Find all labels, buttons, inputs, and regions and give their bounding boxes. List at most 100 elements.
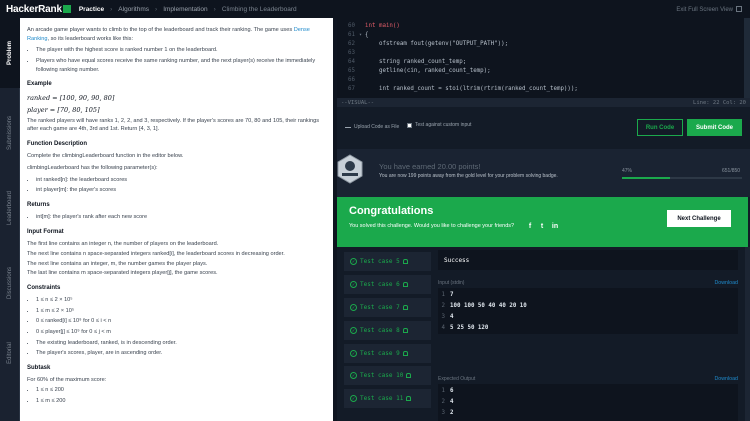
return-item: int[m]: the player's rank after each new… [36, 213, 325, 222]
rule-item: Players who have equal scores receive th… [36, 57, 325, 74]
breadcrumb-practice[interactable]: Practice [79, 6, 104, 13]
problem-statement: An arcade game player wants to climb to … [20, 18, 333, 421]
linkedin-icon[interactable]: in [551, 222, 559, 230]
test-case-item[interactable]: ✓ Test case 11 [344, 389, 431, 409]
tab-submissions[interactable]: Submissions [0, 98, 20, 168]
subtask-heading: Subtask [27, 365, 51, 372]
returns-list: int[m]: the player's rank after each new… [27, 213, 325, 222]
points-banner: You have earned 20.00 points! You are no… [337, 149, 750, 197]
output-label: Expected Output [438, 376, 476, 382]
editor-scrollbar[interactable] [744, 18, 750, 98]
output-row: 24 [441, 398, 454, 405]
lock-icon [402, 305, 408, 310]
output-row: 16 [441, 387, 454, 394]
input-box: 17 2 100 100 50 40 40 20 10 34 45 25 50 1… [438, 288, 738, 334]
rule-item: The player with the highest score is ran… [36, 46, 325, 55]
lock-icon [406, 373, 412, 378]
check-circle-icon: ✓ [350, 395, 357, 402]
constraint-item: The existing leaderboard, ranked, is in … [36, 339, 325, 348]
problem-solving-badge-icon [337, 154, 363, 184]
run-code-button[interactable]: Run Code [637, 119, 683, 136]
upload-code-button[interactable]: Upload Code as File [345, 122, 399, 130]
input-line: The first line contains an integer n, th… [27, 241, 219, 248]
test-case-item[interactable]: ✓ Test case 7 [344, 298, 431, 318]
test-case-list: ✓ Test case 5 ✓ Test case 6 ✓ Test case 7 ✓… [344, 252, 431, 421]
badge-progress-bar [622, 177, 742, 179]
test-results: ✓ Test case 5 ✓ Test case 6 ✓ Test case 7 ✓… [337, 247, 750, 421]
function-text: Complete the climbingLeaderboard functio… [27, 153, 184, 160]
code-editor[interactable]: 60 int main() 61 ▾{ 62 ofstream fout(geten… [337, 18, 750, 98]
test-case-item[interactable]: ✓ Test case 10 [344, 366, 431, 386]
constraint-item: 1 ≤ n ≤ 2 × 10⁵ [36, 296, 325, 305]
tab-problem[interactable]: Problem [0, 18, 20, 88]
input-label: Input (stdin) [438, 280, 465, 286]
test-case-item[interactable]: ✓ Test case 6 [344, 275, 431, 295]
breadcrumb-algorithms[interactable]: Algorithms [118, 6, 149, 13]
exit-fullscreen-button[interactable]: Exit Full Screen View [676, 5, 742, 13]
constraints-heading: Constraints [27, 284, 61, 291]
check-circle-icon: ✓ [350, 350, 357, 357]
input-row: 2 100 100 50 40 40 20 10 [441, 302, 527, 309]
top-navigation: HackerRank Practice › Algorithms › Imple… [0, 0, 750, 18]
check-circle-icon: ✓ [350, 281, 357, 288]
download-input-link[interactable]: Download [714, 280, 738, 286]
test-case-item[interactable]: ✓ Test case 9 [344, 344, 431, 364]
vertical-tabs: Problem Submissions Leaderboard Discussi… [0, 18, 20, 421]
input-row: 17 [441, 291, 454, 298]
constraint-item: The player's scores, player, are in asce… [36, 349, 325, 358]
congratulations-banner: Congratulations You solved this challeng… [337, 197, 748, 247]
custom-input-checkbox[interactable] [407, 122, 412, 128]
next-challenge-button[interactable]: Next Challenge [667, 210, 731, 227]
tab-discussions[interactable]: Discussions [0, 248, 20, 318]
chevron-right-icon: › [155, 5, 158, 13]
cursor-position: Line: 22 Col: 20 [693, 99, 746, 106]
chevron-right-icon: › [213, 5, 216, 13]
congrats-title: Congratulations [349, 205, 434, 217]
constraint-item: 0 ≤ ranked[i] ≤ 10⁹ for 0 ≤ i < n [36, 317, 325, 326]
tab-editorial[interactable]: Editorial [0, 318, 20, 388]
lock-icon [402, 282, 408, 287]
input-format-heading: Input Format [27, 228, 64, 235]
twitter-icon[interactable]: t [538, 222, 546, 230]
function-heading: Function Description [27, 141, 87, 148]
tab-leaderboard[interactable]: Leaderboard [0, 173, 20, 243]
param-item: int ranked[n]: the leaderboard scores [36, 176, 325, 185]
subtask-text: For 60% of the maximum score: [27, 377, 107, 384]
submit-code-button[interactable]: Submit Code [687, 119, 742, 136]
logo-square-icon [62, 4, 71, 13]
example-ranked: ranked = [100, 90, 90, 80] [27, 93, 115, 102]
subtask-item: 1 ≤ n ≤ 200 [36, 386, 325, 395]
download-output-link[interactable]: Download [714, 376, 738, 382]
check-circle-icon: ✓ [350, 304, 357, 311]
editor-status-bar: --VISUAL-- Line: 22 Col: 20 [337, 98, 750, 107]
example-player: player = [70, 80, 105] [27, 105, 100, 114]
input-line: The last line contains m space-separated… [27, 270, 218, 277]
custom-input-toggle[interactable]: Test against custom input [407, 122, 471, 128]
vim-mode: --VISUAL-- [341, 99, 375, 106]
param-item: int player[m]: the player's scores [36, 186, 325, 195]
check-circle-icon: ✓ [350, 372, 357, 379]
congrats-subtitle: You solved this challenge. Would you lik… [349, 223, 515, 229]
example-text: The ranked players will have ranks 1, 2,… [27, 117, 319, 133]
editor-panel: 60 int main() 61 ▾{ 62 ofstream fout(geten… [337, 18, 750, 421]
test-detail: Success Input (stdin) Download 17 2 100 1… [438, 250, 738, 421]
constraints-list: 1 ≤ n ≤ 2 × 10⁵ 1 ≤ m ≤ 2 × 10⁵ 0 ≤ rank… [27, 296, 325, 358]
constraint-item: 0 ≤ player[j] ≤ 10⁹ for 0 ≤ j < m [36, 328, 325, 337]
upload-icon [345, 122, 351, 128]
subtask-list: 1 ≤ n ≤ 200 1 ≤ m ≤ 200 [27, 386, 325, 405]
chevron-right-icon: › [110, 5, 113, 13]
constraint-item: 1 ≤ m ≤ 2 × 10⁵ [36, 307, 325, 316]
params-list: int ranked[n]: the leaderboard scores in… [27, 176, 325, 195]
breadcrumb-implementation[interactable]: Implementation [163, 6, 207, 13]
output-row: 32 [441, 409, 454, 416]
lock-icon [402, 351, 408, 356]
params-intro: climbingLeaderboard has the following pa… [27, 164, 158, 171]
progress-percent: 47% [622, 168, 633, 174]
hackerrank-logo[interactable]: HackerRank [6, 4, 71, 15]
results-scrollbar[interactable] [745, 247, 750, 421]
facebook-icon[interactable]: f [526, 222, 534, 230]
points-earned-title: You have earned 20.00 points! [379, 162, 481, 171]
test-case-item[interactable]: ✓ Test case 5 [344, 252, 431, 272]
test-case-item[interactable]: ✓ Test case 8 [344, 321, 431, 341]
intro-text: An arcade game player wants to climb to … [27, 27, 310, 42]
